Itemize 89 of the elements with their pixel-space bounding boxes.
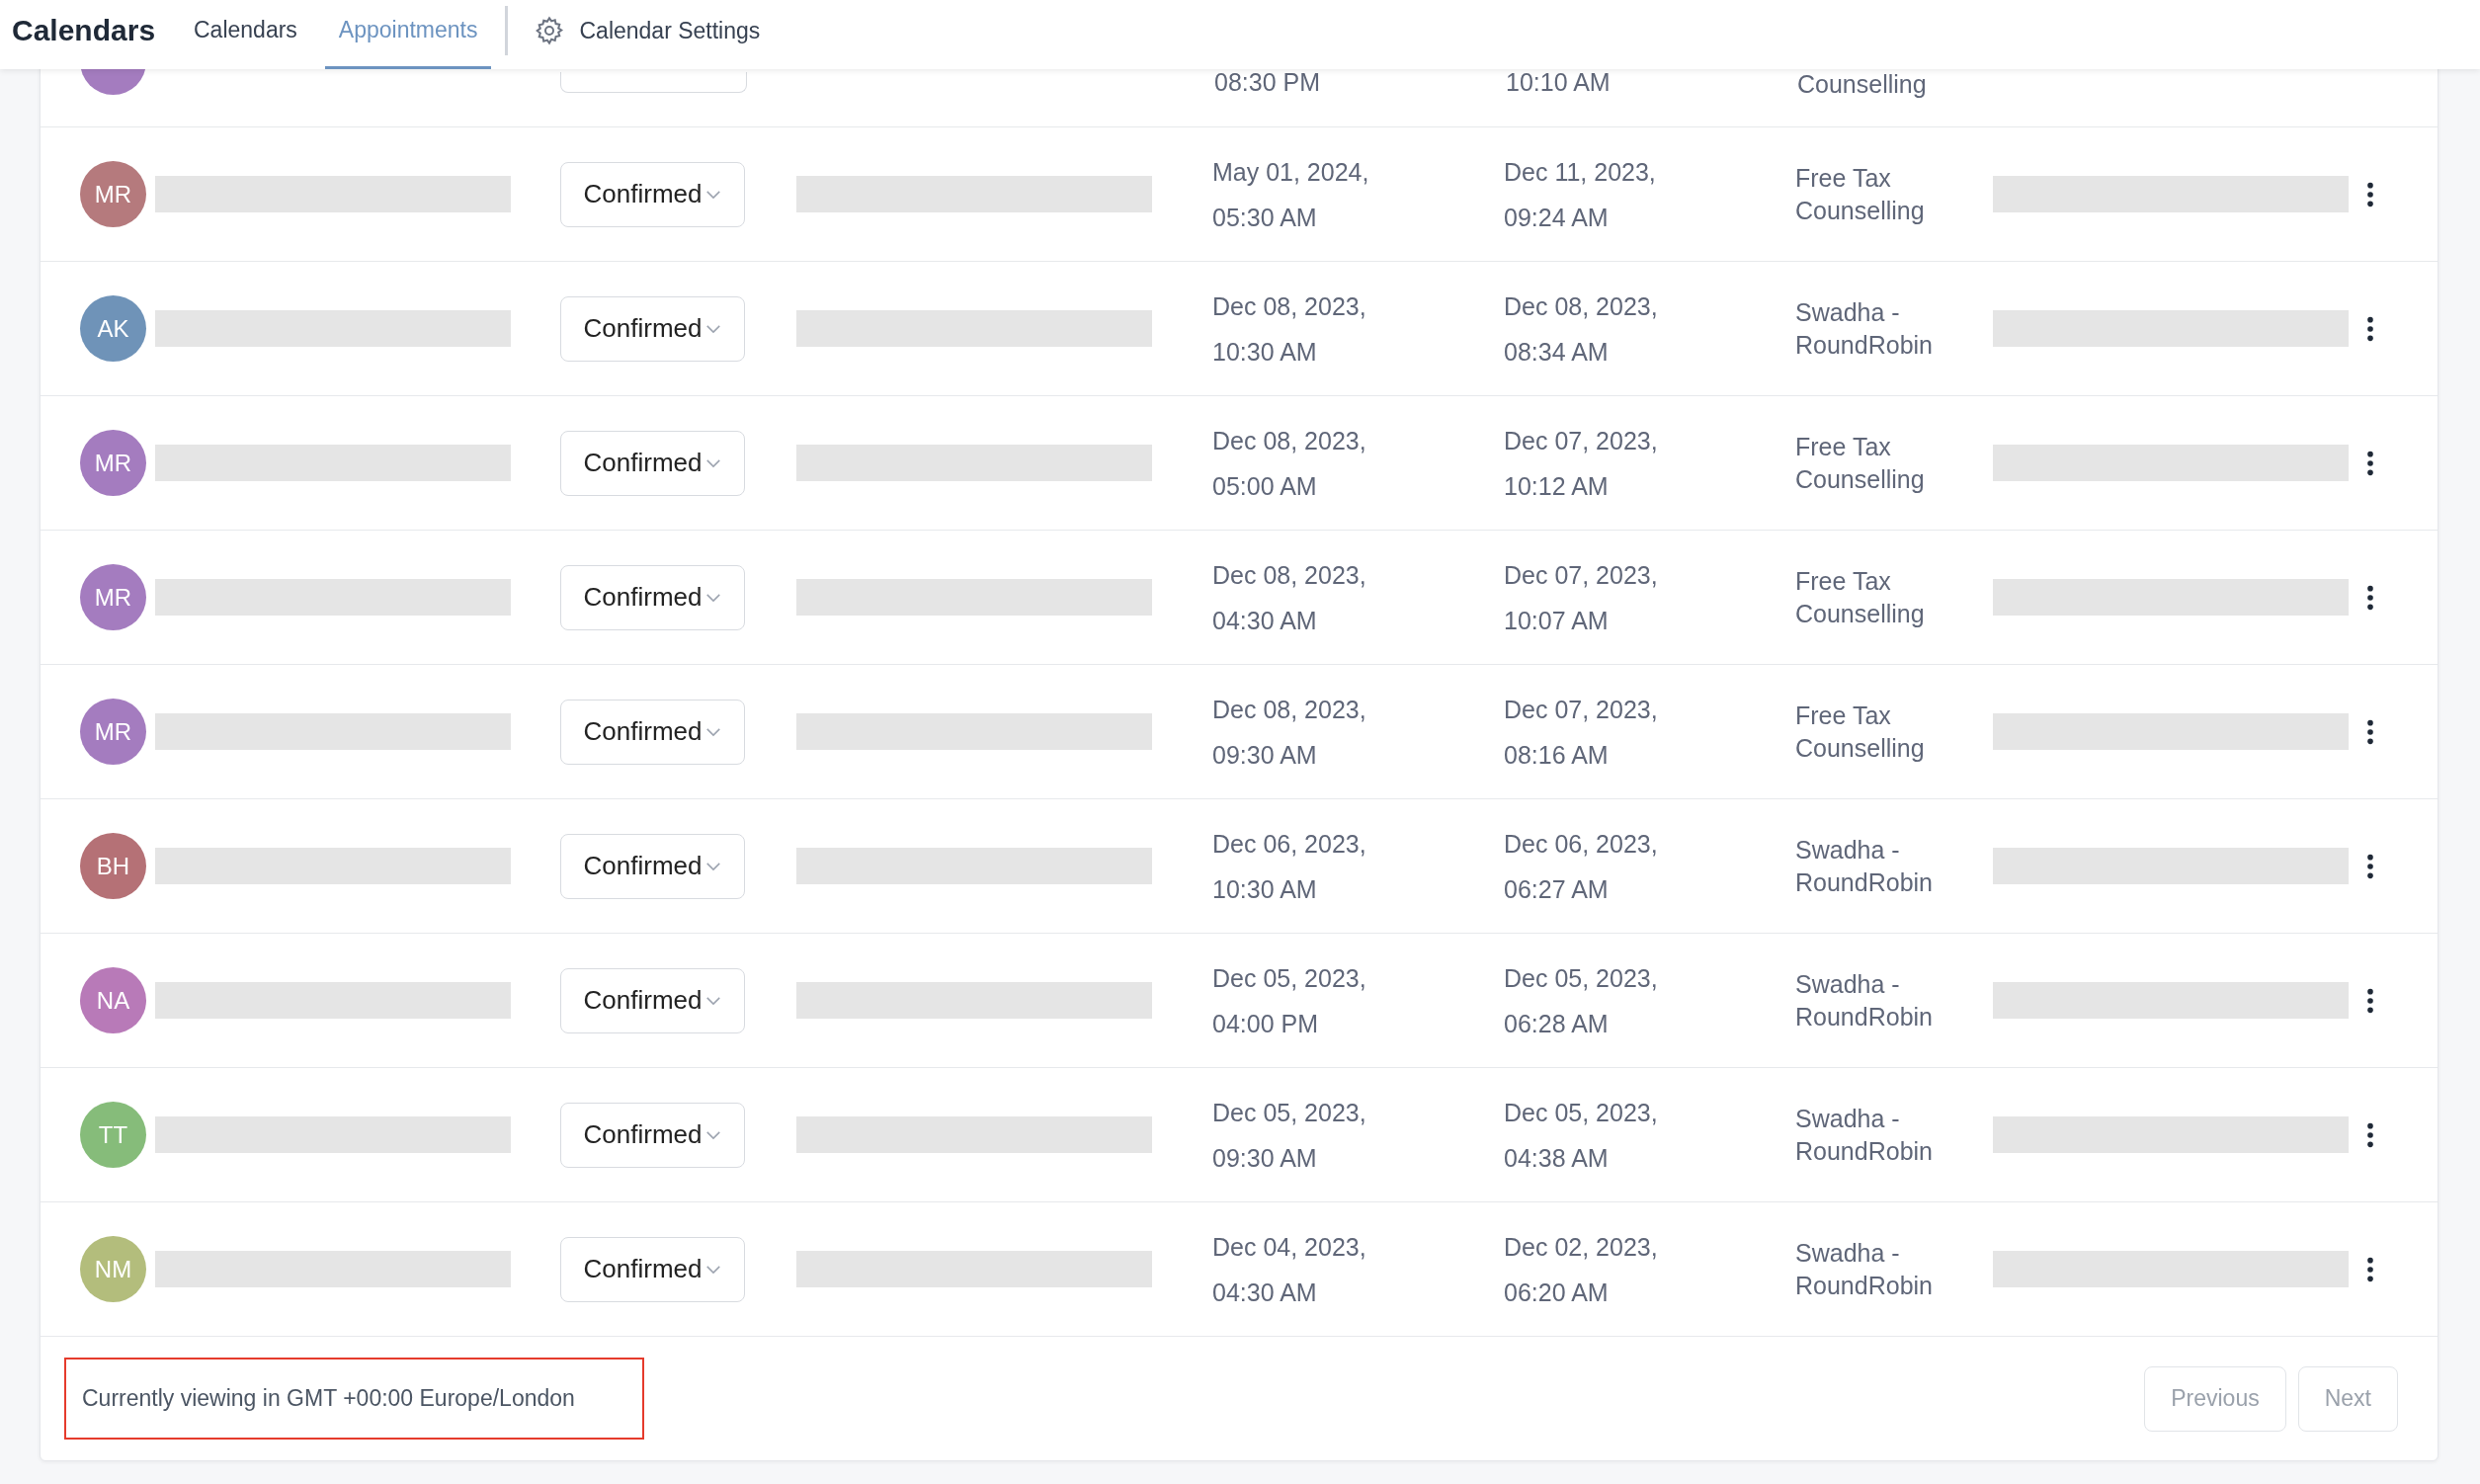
avatar: MR — [80, 699, 146, 765]
status-dropdown[interactable]: Confirmed — [560, 1236, 745, 1302]
date-text: Dec 05, 2023, — [1212, 1097, 1367, 1127]
date-text: Dec 08, 2023, — [1212, 290, 1367, 321]
kebab-icon — [2366, 449, 2374, 477]
time-text: 04:38 AM — [1504, 1142, 1610, 1173]
caret-icon — [705, 323, 722, 334]
date-text: Dec 05, 2023, — [1504, 1097, 1659, 1127]
time-text: 10:07 AM — [1504, 605, 1610, 635]
date-text: Dec 05, 2023, — [1212, 962, 1367, 993]
settings-icon — [534, 15, 566, 46]
calendar-name: Swadha - RoundRobin — [1795, 1104, 1933, 1165]
kebab-icon — [2366, 986, 2374, 1015]
time-text: 09:24 AM — [1504, 202, 1610, 232]
calendar-name: Free Tax Counselling — [1795, 163, 1925, 224]
time-text: 05:00 AM — [1212, 470, 1318, 501]
date-text: Dec 06, 2023, — [1212, 828, 1367, 859]
time-text: 09:30 AM — [1212, 739, 1318, 770]
date-text: Dec 07, 2023, — [1504, 559, 1659, 590]
calendar-name: Free Tax Counselling — [1795, 701, 1925, 762]
avatar: NA — [80, 967, 146, 1033]
kebab-icon — [2366, 717, 2374, 746]
time-text: 06:20 AM — [1504, 1277, 1610, 1307]
caret-icon — [705, 1129, 722, 1140]
date-text: Dec 04, 2023, — [1212, 1231, 1367, 1262]
time-text: 08:34 AM — [1504, 336, 1610, 367]
caret-icon — [705, 457, 722, 468]
date-text: Dec 06, 2023, — [1504, 828, 1659, 859]
caret-icon — [705, 1264, 722, 1275]
status-dropdown[interactable]: Confirmed — [560, 699, 745, 765]
date-text: Dec 05, 2023, — [1504, 962, 1659, 993]
calendar-name: Swadha - RoundRobin — [1795, 835, 1933, 896]
avatar: MR — [80, 430, 146, 496]
status-dropdown[interactable]: Confirmed — [560, 161, 745, 227]
caret-icon — [705, 592, 722, 603]
time-text: 06:27 AM — [1504, 873, 1610, 904]
avatar: MR — [80, 161, 146, 227]
status-dropdown[interactable]: Confirmed — [560, 1102, 745, 1168]
caret-icon — [705, 189, 722, 200]
timezone-note: Currently viewing in GMT +00:00 Europe/London — [64, 1358, 644, 1440]
date-text: Dec 07, 2023, — [1504, 694, 1659, 724]
status-dropdown[interactable]: Confirmed — [560, 564, 745, 630]
kebab-icon — [2366, 1255, 2374, 1283]
status-dropdown[interactable]: Confirmed — [560, 833, 745, 899]
status-dropdown[interactable]: Confirmed — [560, 295, 745, 362]
calendar-name: Swadha - RoundRobin — [1795, 297, 1933, 359]
kebab-icon — [2366, 583, 2374, 612]
calendar-name: Counselling — [1797, 70, 1927, 98]
tab[interactable]: Calendars — [180, 0, 311, 69]
date-text: May 01, 2024, — [1212, 156, 1370, 187]
caret-icon — [705, 995, 722, 1006]
avatar: AK — [80, 295, 146, 362]
time-text: 10:30 AM — [1212, 336, 1318, 367]
date-text: Dec 08, 2023, — [1212, 559, 1367, 590]
caret-icon — [705, 726, 722, 737]
date-text: Dec 07, 2023, — [1504, 425, 1659, 455]
page-title: Calendars — [11, 13, 157, 48]
kebab-icon — [2366, 1120, 2374, 1149]
avatar: TT — [80, 1102, 146, 1168]
time-text: 05:30 AM — [1212, 202, 1318, 232]
date-text: Dec 08, 2023, — [1504, 290, 1659, 321]
time-text: 04:00 PM — [1212, 1008, 1319, 1038]
kebab-icon — [2366, 314, 2374, 343]
calendar-name: Swadha - RoundRobin — [1795, 1238, 1933, 1299]
avatar: BH — [80, 833, 146, 899]
kebab-icon — [2366, 180, 2374, 208]
avatar: MR — [80, 564, 146, 630]
calendar-name: Swadha - RoundRobin — [1795, 969, 1933, 1031]
calendar-name: Free Tax Counselling — [1795, 432, 1925, 493]
time-text: 06:28 AM — [1504, 1008, 1610, 1038]
time-text: 08:16 AM — [1504, 739, 1610, 770]
date-text: Dec 08, 2023, — [1212, 694, 1367, 724]
time-text: 08:30 PM — [1214, 67, 1321, 97]
time-text: 10:10 AM — [1506, 67, 1612, 97]
avatar: NM — [80, 1236, 146, 1302]
date-text: Dec 11, 2023, — [1504, 156, 1657, 187]
time-text: 09:30 AM — [1212, 1142, 1318, 1173]
status-dropdown[interactable]: Confirmed — [560, 430, 745, 496]
calendar-settings-link[interactable]: Calendar Settings — [522, 0, 773, 69]
status-dropdown[interactable]: Confirmed — [560, 967, 745, 1033]
caret-icon — [705, 861, 722, 871]
date-text: Dec 08, 2023, — [1212, 425, 1367, 455]
time-text: 04:30 AM — [1212, 605, 1318, 635]
time-text: 10:12 AM — [1504, 470, 1610, 501]
time-text: 10:30 AM — [1212, 873, 1318, 904]
calendar-name: Free Tax Counselling — [1795, 566, 1925, 627]
time-text: 04:30 AM — [1212, 1277, 1318, 1307]
kebab-icon — [2366, 852, 2374, 880]
date-text: Dec 02, 2023, — [1504, 1231, 1659, 1262]
